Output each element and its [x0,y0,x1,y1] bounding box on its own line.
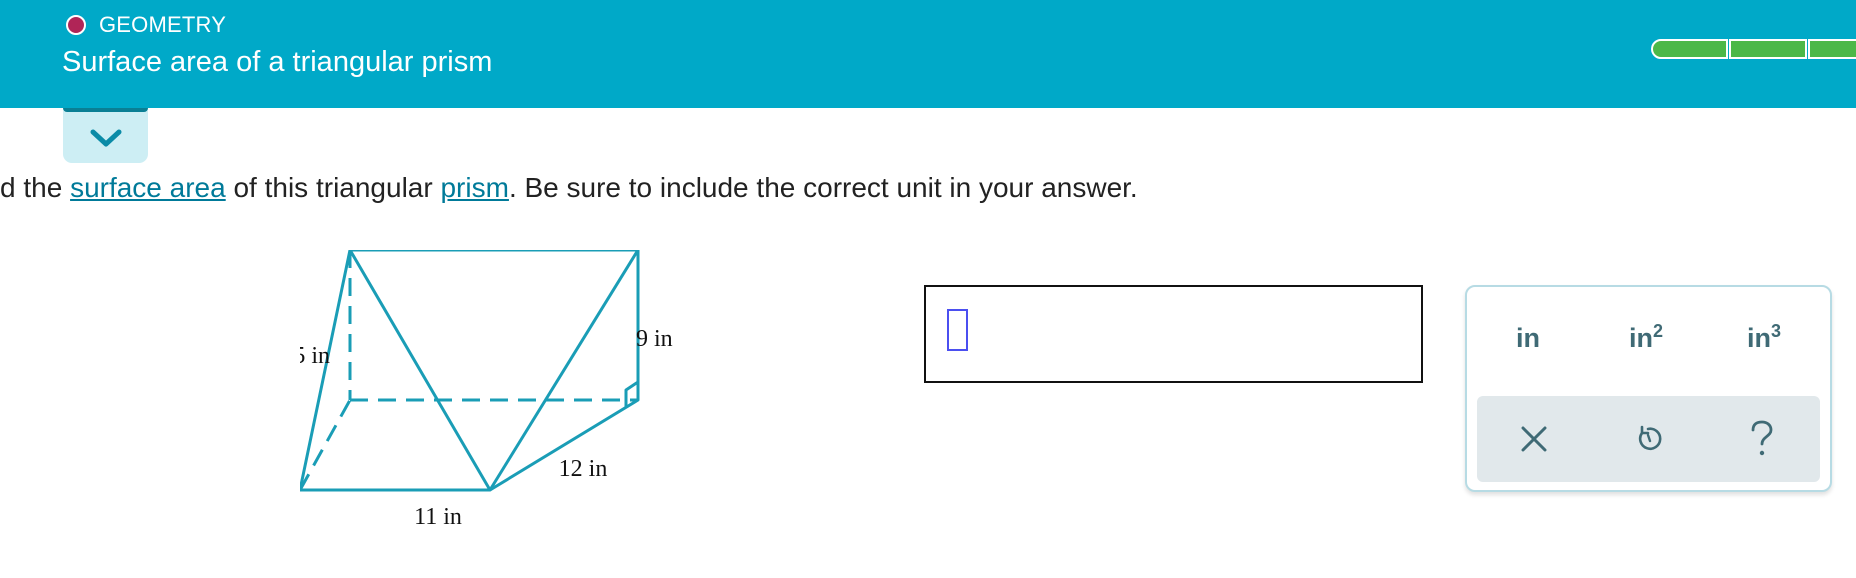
input-cursor [947,309,968,351]
answer-input[interactable] [924,285,1423,383]
prism-link[interactable]: prism [440,172,508,203]
prism-front-triangle [300,250,492,492]
label-bottom-edge: 11 in [414,504,462,530]
undo-icon [1638,425,1662,451]
progress-segment [1729,39,1807,59]
unit-in-button[interactable]: in [1469,321,1587,354]
question-text: d the surface area of this triangular pr… [0,172,1138,204]
unit-in2-exponent: 2 [1652,321,1663,341]
unit-in2-button[interactable]: in2 [1587,321,1705,354]
undo-button[interactable] [1591,396,1705,482]
unit-keypad: in in2 in3 [1465,285,1832,492]
unit-in3-exponent: 3 [1770,321,1781,341]
unit-in2-base: in [1628,323,1653,353]
prism-back-visible-edges [350,250,640,492]
clear-button[interactable] [1477,396,1591,482]
progress-bar [1651,39,1856,59]
action-keys-row [1477,396,1820,482]
label-height: 9 in [636,326,673,352]
chevron-down-icon [90,129,122,147]
clear-x-icon [1521,426,1547,452]
progress-segment [1808,39,1856,59]
help-button[interactable] [1705,396,1819,482]
prism-figure: 15 in 9 in 11 in 12 in [300,250,673,530]
unit-keys-row: in in2 in3 [1467,321,1830,354]
header-bar: GEOMETRY Surface area of a triangular pr… [0,0,1856,108]
collapse-header-button[interactable] [63,108,148,163]
hidden-diagonal-edge [300,399,352,491]
page-title: Surface area of a triangular prism [62,46,493,78]
surface-area-link[interactable]: surface area [70,172,226,203]
unit-in-base: in [1516,323,1540,353]
unit-in3-base: in [1746,323,1771,353]
question-text-part: of this triangular [225,172,441,203]
topic-row: GEOMETRY [66,12,226,38]
progress-segment [1651,39,1728,59]
topic-dot-icon [66,15,86,35]
help-question-icon [1751,420,1773,456]
question-text-part: . Be sure to include the correct unit in… [508,172,1138,203]
question-text-part: d the [0,172,71,203]
prism-top-right-slope [488,250,640,491]
topic-label: GEOMETRY [99,12,227,37]
label-left-edge: 15 in [300,343,330,369]
label-depth: 12 in [559,456,608,482]
unit-in3-button[interactable]: in3 [1705,321,1823,354]
